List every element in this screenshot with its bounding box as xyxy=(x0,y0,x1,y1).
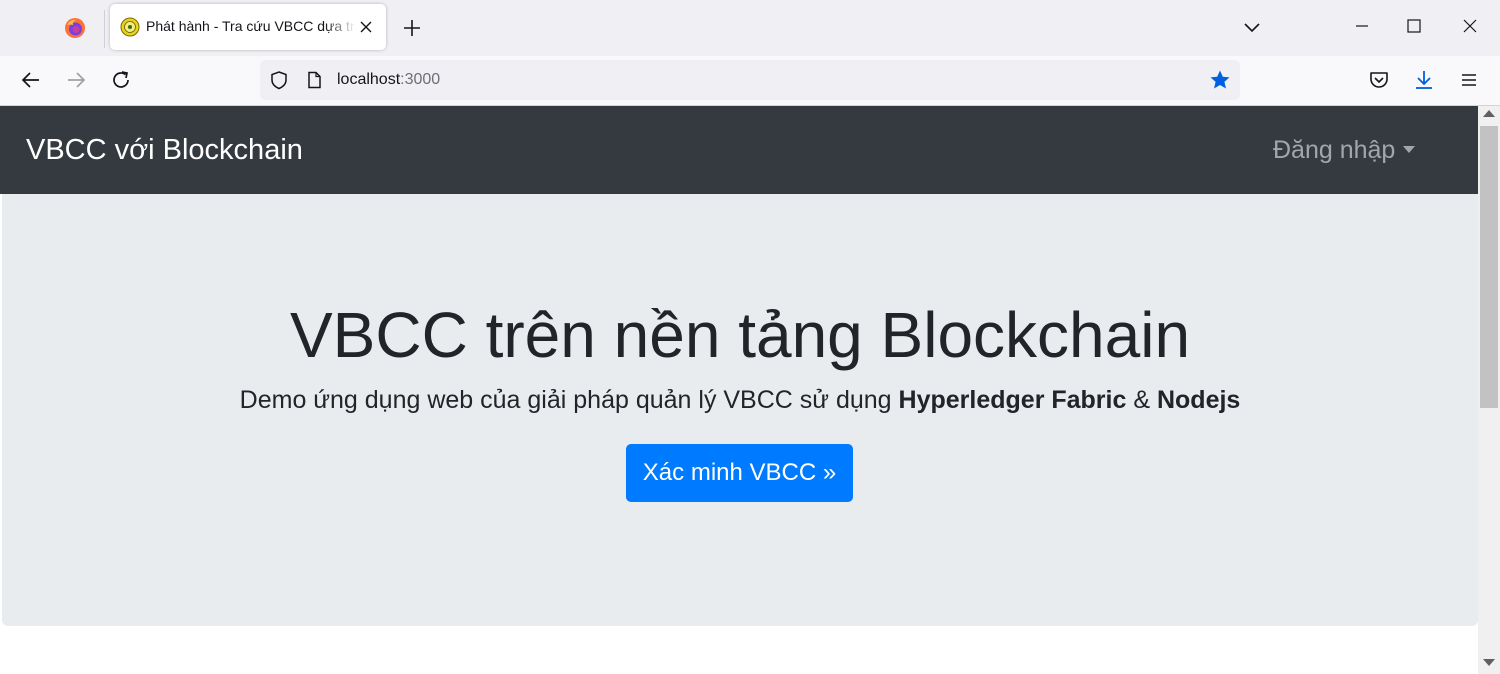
page-viewport: VBCC với Blockchain Đăng nhập VBCC trên … xyxy=(0,106,1478,674)
scroll-up-icon[interactable] xyxy=(1483,110,1495,117)
login-label: Đăng nhập xyxy=(1273,136,1396,164)
shield-icon[interactable] xyxy=(268,69,290,91)
window-close-icon[interactable] xyxy=(1458,14,1482,38)
browser-toolbar: localhost:3000 xyxy=(0,56,1500,106)
url-text[interactable]: localhost:3000 xyxy=(337,71,440,89)
chevron-down-icon[interactable] xyxy=(1240,16,1264,40)
scroll-thumb[interactable] xyxy=(1480,126,1498,408)
url-bar[interactable]: localhost:3000 xyxy=(260,60,1240,100)
plus-icon[interactable] xyxy=(400,16,424,40)
tab-active[interactable]: Phát hành - Tra cứu VBCC dựa trên Blockc… xyxy=(110,4,386,50)
tab-title: Phát hành - Tra cứu VBCC dựa trên Blockc… xyxy=(146,18,356,34)
login-dropdown[interactable]: Đăng nhập xyxy=(1273,136,1416,165)
hero-lead: Demo ứng dụng web của giải pháp quản lý … xyxy=(2,386,1478,415)
minimize-icon[interactable] xyxy=(1350,14,1374,38)
tab-separator xyxy=(104,10,105,48)
site-favicon-icon xyxy=(120,17,140,37)
site-navbar: VBCC với Blockchain Đăng nhập xyxy=(0,106,1478,194)
download-icon[interactable] xyxy=(1412,68,1436,92)
hamburger-icon[interactable] xyxy=(1457,68,1481,92)
lead-text: Demo ứng dụng web của giải pháp quản lý … xyxy=(239,386,899,414)
maximize-icon[interactable] xyxy=(1402,14,1426,38)
verify-button[interactable]: Xác minh VBCC » xyxy=(626,444,853,502)
firefox-icon[interactable] xyxy=(64,17,86,39)
url-port: :3000 xyxy=(400,71,441,88)
close-icon[interactable] xyxy=(356,17,376,37)
pocket-icon[interactable] xyxy=(1367,68,1391,92)
scrollbar[interactable] xyxy=(1478,106,1500,674)
star-icon[interactable] xyxy=(1209,69,1231,91)
url-host: localhost xyxy=(337,71,401,88)
reload-icon[interactable] xyxy=(109,68,133,92)
hero-section: VBCC trên nền tảng Blockchain Demo ứng d… xyxy=(2,194,1478,626)
caret-down-icon xyxy=(1403,145,1416,153)
arrow-right-icon[interactable] xyxy=(64,68,88,92)
lead-amp: & xyxy=(1126,386,1157,414)
site-brand[interactable]: VBCC với Blockchain xyxy=(26,134,303,167)
scroll-down-icon[interactable] xyxy=(1483,659,1495,666)
tab-strip: Phát hành - Tra cứu VBCC dựa trên Blockc… xyxy=(0,0,1500,56)
page-icon[interactable] xyxy=(304,70,324,90)
arrow-left-icon[interactable] xyxy=(19,68,43,92)
hero-title: VBCC trên nền tảng Blockchain xyxy=(289,299,1191,371)
lead-bold-nodejs: Nodejs xyxy=(1156,386,1241,414)
lead-bold-fabric: Hyperledger Fabric xyxy=(898,386,1127,414)
